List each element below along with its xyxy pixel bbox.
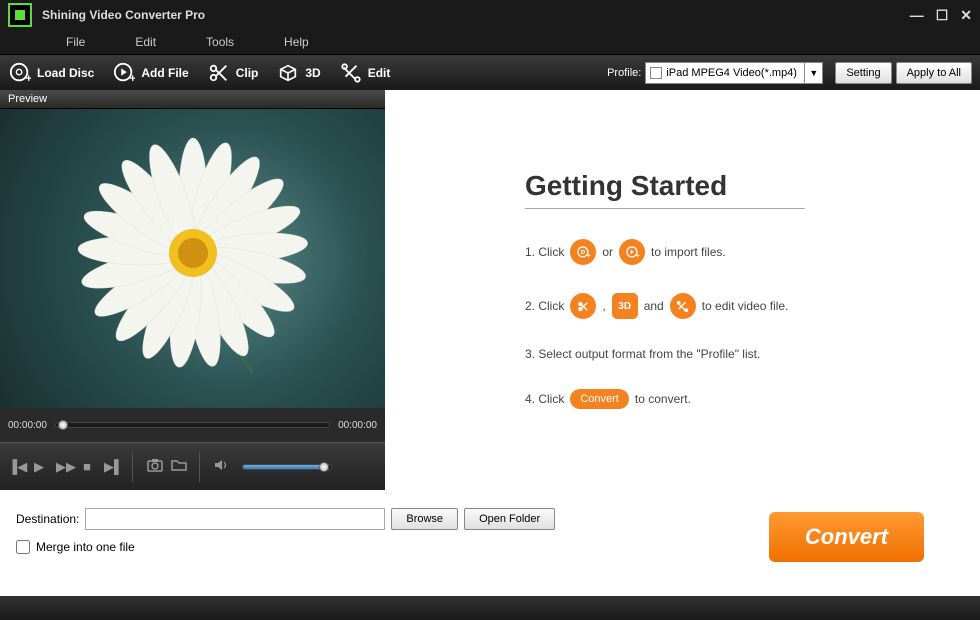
play-plus-icon: + [112, 61, 136, 85]
load-disc-label: Load Disc [37, 66, 94, 80]
app-title: Shining Video Converter Pro [42, 8, 910, 22]
add-file-button[interactable]: + Add File [112, 61, 188, 85]
svg-text:+: + [586, 253, 590, 260]
getting-started-title: Getting Started [525, 170, 805, 209]
seek-slider[interactable] [55, 422, 330, 428]
merge-label: Merge into one file [36, 540, 135, 554]
convert-mini-pill: Convert [570, 389, 629, 409]
setting-button[interactable]: Setting [835, 62, 891, 84]
convert-button[interactable]: Convert [769, 512, 924, 562]
step-1: 1. Click + or + to import files. [525, 239, 980, 265]
menu-file[interactable]: File [66, 35, 85, 49]
playback-controls: ▐◀ ▶ ▶▶ ■ ▶▌ [0, 442, 385, 490]
main-panel: Getting Started 1. Click + or + to impor… [385, 90, 980, 490]
footer-bar [0, 596, 980, 620]
profile-dropdown-arrow[interactable]: ▼ [805, 62, 823, 84]
clip-label: Clip [236, 66, 259, 80]
fast-forward-button[interactable]: ▶▶ [56, 459, 70, 475]
preview-panel: Preview 00:00:00 00:00:00 ▐◀ ▶ [0, 90, 385, 490]
time-end: 00:00:00 [338, 420, 377, 431]
window-controls: — ☐ ✕ [910, 7, 972, 24]
close-button[interactable]: ✕ [960, 7, 972, 24]
cube-icon [276, 61, 300, 85]
step-3: 3. Select output format from the "Profil… [525, 347, 980, 361]
destination-label: Destination: [16, 512, 79, 526]
edit-label: Edit [368, 66, 391, 80]
clip-button[interactable]: Clip [207, 61, 259, 85]
profile-label: Profile: [607, 67, 641, 79]
menu-tools[interactable]: Tools [206, 35, 234, 49]
profile-select[interactable]: iPad MPEG4 Video(*.mp4) [645, 62, 805, 84]
scissors-mini-icon [570, 293, 596, 319]
prev-button[interactable]: ▐◀ [8, 459, 22, 475]
add-file-label: Add File [141, 66, 188, 80]
stop-button[interactable]: ■ [80, 459, 94, 474]
svg-text:+: + [130, 73, 136, 84]
play-mini-icon: + [619, 239, 645, 265]
toolbar: + Load Disc + Add File Clip 3D Edit Prof… [0, 54, 980, 90]
load-disc-button[interactable]: + Load Disc [8, 61, 94, 85]
edit-button[interactable]: Edit [339, 61, 391, 85]
disc-icon: + [8, 61, 32, 85]
3d-label: 3D [305, 66, 320, 80]
3d-button[interactable]: 3D [276, 61, 320, 85]
maximize-button[interactable]: ☐ [936, 7, 949, 24]
svg-text:+: + [635, 253, 639, 260]
volume-icon[interactable] [214, 458, 228, 475]
time-start: 00:00:00 [8, 420, 47, 431]
open-folder-button[interactable]: Open Folder [464, 508, 555, 530]
svg-text:+: + [26, 73, 32, 84]
menu-bar: File Edit Tools Help [0, 30, 980, 54]
preview-header: Preview [0, 90, 385, 109]
folder-button[interactable] [171, 458, 185, 475]
next-button[interactable]: ▶▌ [104, 459, 118, 475]
preview-image [0, 109, 385, 408]
browse-button[interactable]: Browse [391, 508, 458, 530]
volume-slider[interactable] [242, 464, 332, 470]
time-bar: 00:00:00 00:00:00 [0, 408, 385, 442]
profile-value: iPad MPEG4 Video(*.mp4) [666, 67, 797, 79]
snapshot-button[interactable] [147, 458, 161, 475]
merge-checkbox[interactable] [16, 540, 30, 554]
scissors-icon [207, 61, 231, 85]
step-4: 4. Click Convert to convert. [525, 389, 980, 409]
minimize-button[interactable]: — [910, 7, 924, 24]
step-2: 2. Click , 3D and to edit video file. [525, 293, 980, 319]
menu-help[interactable]: Help [284, 35, 309, 49]
tools-icon [339, 61, 363, 85]
apply-to-all-button[interactable]: Apply to All [896, 62, 972, 84]
play-button[interactable]: ▶ [32, 459, 46, 475]
tools-mini-icon [670, 293, 696, 319]
destination-input[interactable] [85, 508, 385, 530]
disc-mini-icon: + [570, 239, 596, 265]
app-icon [8, 3, 32, 27]
title-bar: Shining Video Converter Pro — ☐ ✕ [0, 0, 980, 30]
menu-edit[interactable]: Edit [135, 35, 156, 49]
3d-mini-icon: 3D [612, 293, 638, 319]
